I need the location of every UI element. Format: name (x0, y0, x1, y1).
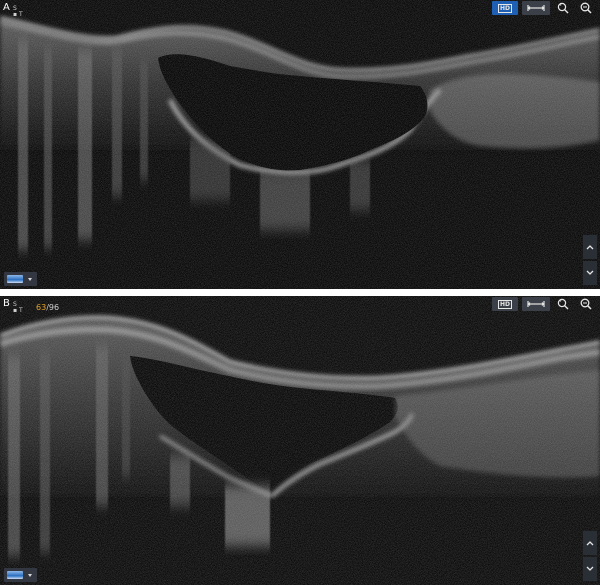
scroll-up-button[interactable] (583, 235, 597, 259)
panel-divider (0, 289, 600, 296)
caliper-icon (527, 301, 545, 307)
thumbnail-icon (7, 275, 23, 283)
hd-icon: HD (497, 3, 512, 13)
scroll-down-button[interactable] (583, 261, 597, 285)
image-toolbar: HD (492, 297, 596, 311)
zoom-icon (580, 298, 592, 310)
inspect-button[interactable] (554, 1, 572, 15)
chevron-down-icon (586, 566, 594, 571)
caliper-button[interactable] (522, 297, 550, 311)
scroll-down-button[interactable] (583, 557, 597, 581)
view-selector-dropdown[interactable] (4, 272, 37, 286)
scroll-controls (583, 233, 597, 285)
orientation-marker: S ▪ T (13, 5, 23, 18)
search-eye-icon (557, 298, 569, 310)
chevron-up-icon (586, 541, 594, 546)
panel-label: B (3, 298, 10, 309)
chevron-down-icon (586, 270, 594, 275)
zoom-button[interactable] (576, 297, 596, 311)
frame-counter: 63/96 (36, 303, 59, 312)
view-selector-dropdown[interactable] (4, 568, 37, 582)
hd-button[interactable]: HD (492, 297, 518, 311)
caliper-icon (527, 5, 545, 11)
caliper-button[interactable] (522, 1, 550, 15)
chevron-up-icon (586, 245, 594, 250)
thumbnail-icon (7, 571, 23, 579)
caret-down-icon (28, 277, 32, 281)
frame-total: /96 (46, 303, 60, 312)
oct-panel-b: B S ▪ T 63/96 HD (0, 296, 600, 585)
oct-scan-image-a (0, 0, 600, 289)
caret-down-icon (28, 573, 32, 577)
inspect-button[interactable] (554, 297, 572, 311)
hd-button[interactable]: HD (492, 1, 518, 15)
orientation-marker: S ▪ T (13, 301, 23, 314)
image-toolbar: HD (492, 1, 596, 15)
zoom-button[interactable] (576, 1, 596, 15)
scroll-up-button[interactable] (583, 531, 597, 555)
oct-scan-image-b (0, 296, 600, 585)
frame-current: 63 (36, 303, 47, 312)
hd-icon: HD (497, 299, 512, 309)
oct-panel-a: A S ▪ T HD (0, 0, 600, 289)
search-eye-icon (557, 2, 569, 14)
scroll-controls (583, 529, 597, 581)
zoom-icon (580, 2, 592, 14)
panel-label: A (3, 2, 10, 13)
